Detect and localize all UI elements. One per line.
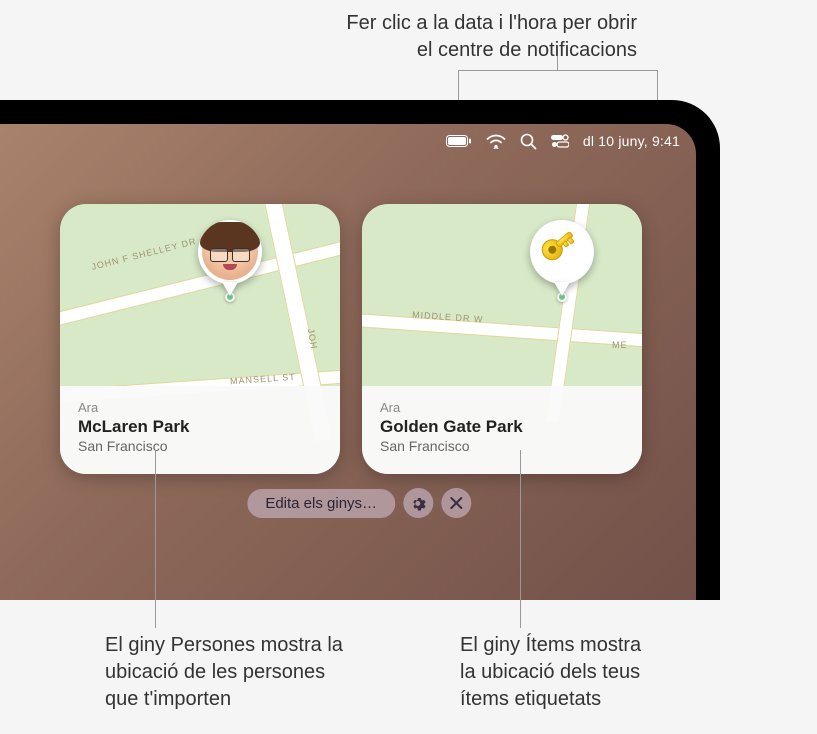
callout-connector [520,450,521,628]
widget-location-title: McLaren Park [78,417,322,437]
callout-connector [458,70,658,100]
close-icon [449,496,463,510]
callout-text-line: el centre de notificacions [0,37,637,64]
callout-connector [155,450,156,628]
widget-location-title: Golden Gate Park [380,417,624,437]
edit-widgets-button[interactable]: Edita els ginys… [247,489,395,518]
find-my-items-widget[interactable]: MIDDLE DR W ME [362,204,642,474]
widgets-row: JOHN F SHELLEY DR MANSELL ST JOH [60,204,642,474]
widget-close-button[interactable] [441,488,471,518]
callout-connector [557,56,558,70]
battery-icon[interactable] [446,134,472,148]
menubar-datetime[interactable]: dl 10 juny, 9:41 [583,133,680,149]
item-location-pin[interactable] [530,220,594,302]
callout-people-widget: El giny Persones mostra la ubicació de l… [105,632,405,713]
widget-edit-bar: Edita els ginys… [247,488,471,518]
device-bezel: dl 10 juny, 9:41 JOHN F SHELLEY DR MANSE… [0,100,720,600]
control-center-icon[interactable] [551,134,569,148]
search-icon[interactable] [520,133,537,150]
callout-text-line: la ubicació dels teus [460,659,740,686]
map-road-label: ME [612,340,628,350]
callout-items-widget: El giny Ítems mostra la ubicació dels te… [460,632,740,713]
map-road [362,312,642,350]
callout-text-line: ubicació de les persones [105,659,405,686]
wifi-icon[interactable] [486,134,506,149]
gear-icon [410,495,427,512]
callout-text-line: que t'importen [105,686,405,713]
widget-footer: Ara Golden Gate Park San Francisco [362,386,642,474]
widget-timestamp: Ara [78,400,322,415]
person-location-pin[interactable] [198,220,262,302]
desktop-wallpaper: dl 10 juny, 9:41 JOHN F SHELLEY DR MANSE… [0,124,696,600]
pin-stem [222,282,238,296]
widget-footer: Ara McLaren Park San Francisco [60,386,340,474]
widget-location-subtitle: San Francisco [78,438,322,454]
pin-stem [554,282,570,296]
find-my-people-widget[interactable]: JOHN F SHELLEY DR MANSELL ST JOH [60,204,340,474]
menu-bar: dl 10 juny, 9:41 [0,124,696,158]
avatar-face-icon [202,224,258,280]
widget-location-subtitle: San Francisco [380,438,624,454]
widget-timestamp: Ara [380,400,624,415]
widget-settings-button[interactable] [403,488,433,518]
callout-text-line: El giny Ítems mostra [460,632,740,659]
callout-text-line: Fer clic a la data i l'hora per obrir [0,10,637,37]
pin-item-icon [530,220,594,284]
map-road-label: JOHN F SHELLEY DR [90,236,197,272]
pin-avatar [198,220,262,284]
callout-notification-center: Fer clic a la data i l'hora per obrir el… [0,10,637,64]
callout-text-line: El giny Persones mostra la [105,632,405,659]
key-icon [538,228,586,276]
callout-text-line: ítems etiquetats [460,686,740,713]
